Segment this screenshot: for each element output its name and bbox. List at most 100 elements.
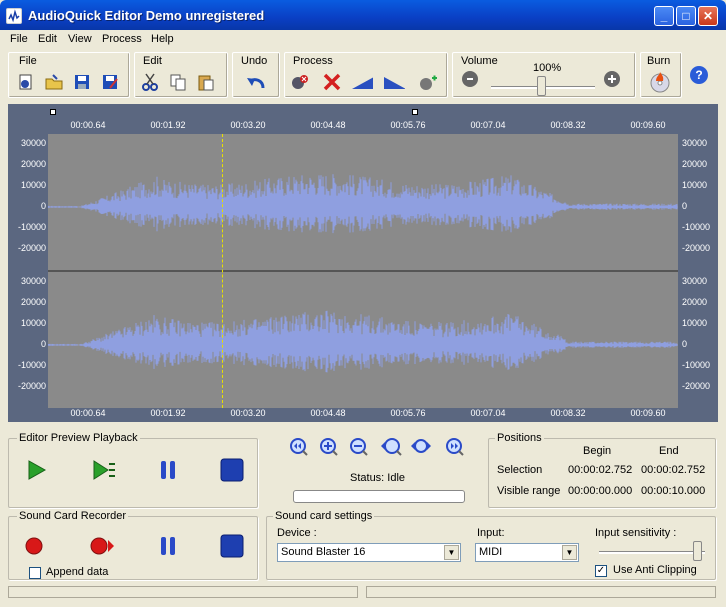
amplitude-tick-label: 10000 bbox=[682, 318, 708, 328]
toolbar: File Edit Undo Process Volume 100% Burn … bbox=[0, 50, 726, 102]
sound-settings-panel: Sound card settings Device : Sound Blast… bbox=[266, 510, 716, 580]
open-folder-icon[interactable] bbox=[43, 71, 65, 93]
record-append-button[interactable] bbox=[87, 531, 117, 561]
append-data-checkbox[interactable] bbox=[29, 567, 41, 579]
dropdown-arrow-icon[interactable]: ▼ bbox=[444, 545, 459, 560]
maximize-button[interactable]: □ bbox=[676, 6, 696, 26]
selection-ruler[interactable] bbox=[48, 106, 678, 118]
time-tick-label: 00:08.32 bbox=[550, 120, 586, 130]
burn-group: Burn bbox=[640, 52, 682, 98]
volume-up-icon[interactable] bbox=[601, 67, 623, 89]
volume-group: Volume 100% bbox=[452, 52, 636, 98]
amp-axis-left-1: 30000 20000 10000 0 -10000 -20000 bbox=[8, 134, 48, 270]
time-tick-label: 00:07.04 bbox=[470, 408, 506, 418]
channel-left[interactable] bbox=[48, 134, 678, 270]
process-effects-icon[interactable] bbox=[289, 71, 311, 93]
menu-file[interactable]: File bbox=[10, 33, 28, 45]
fade-out-icon[interactable] bbox=[383, 71, 405, 93]
play-button[interactable] bbox=[21, 455, 51, 485]
minimize-button[interactable]: _ bbox=[654, 6, 674, 26]
undo-group: Undo bbox=[232, 52, 280, 98]
copy-icon[interactable] bbox=[167, 71, 189, 93]
left-channel-waveform bbox=[48, 174, 678, 234]
waveform-view[interactable]: 00:00.64 00:01.92 00:03.20 00:04.48 00:05.76… bbox=[8, 104, 718, 422]
channel-divider bbox=[48, 270, 678, 272]
time-axis-bottom: 00:00.64 00:01.92 00:03.20 00:04.48 00:05.76… bbox=[48, 408, 678, 422]
zoom-to-end-icon[interactable] bbox=[444, 436, 466, 458]
amplitude-tick-label: -10000 bbox=[682, 222, 711, 232]
paste-icon[interactable] bbox=[195, 71, 217, 93]
recorder-stop-button[interactable] bbox=[217, 531, 247, 561]
amplitude-tick-label: 20000 bbox=[20, 297, 46, 307]
amplitude-tick-label: -10000 bbox=[17, 360, 46, 370]
amplitude-tick-label: -10000 bbox=[17, 222, 46, 232]
burn-cd-icon[interactable] bbox=[649, 71, 671, 93]
amplitude-tick-label: -20000 bbox=[682, 243, 711, 253]
zoom-in-icon[interactable] bbox=[318, 436, 340, 458]
volume-slider-thumb[interactable] bbox=[537, 76, 546, 96]
playback-panel: Editor Preview Playback bbox=[8, 432, 258, 508]
amplitude-tick-label: 20000 bbox=[682, 297, 708, 307]
edit-group-label: Edit bbox=[143, 55, 162, 67]
window-title: AudioQuick Editor Demo unregistered bbox=[28, 8, 265, 23]
zoom-all-icon[interactable] bbox=[410, 436, 432, 458]
menu-edit[interactable]: Edit bbox=[38, 33, 57, 45]
right-channel-waveform bbox=[48, 310, 678, 373]
time-tick-label: 00:03.20 bbox=[230, 408, 266, 418]
menu-view[interactable]: View bbox=[68, 33, 92, 45]
recorder-pause-button[interactable] bbox=[153, 531, 183, 561]
undo-icon[interactable] bbox=[245, 71, 267, 93]
amplitude-tick-label: 0 bbox=[40, 201, 46, 211]
device-select[interactable]: Sound Blaster 16 ▼ bbox=[277, 543, 461, 562]
ruler-start-marker[interactable] bbox=[50, 109, 56, 115]
menu-process[interactable]: Process bbox=[102, 33, 142, 45]
help-icon[interactable]: ? bbox=[688, 64, 710, 86]
amplify-icon[interactable] bbox=[417, 71, 439, 93]
pause-button[interactable] bbox=[153, 455, 183, 485]
stop-button[interactable] bbox=[217, 455, 247, 485]
time-tick-label: 00:03.20 bbox=[230, 120, 266, 130]
menu-help[interactable]: Help bbox=[151, 33, 174, 45]
zoom-out-icon[interactable] bbox=[348, 436, 370, 458]
record-button[interactable] bbox=[19, 531, 49, 561]
time-tick-label: 00:09.60 bbox=[630, 120, 666, 130]
progress-bar bbox=[293, 490, 465, 503]
input-label: Input: bbox=[477, 527, 505, 539]
channel-right[interactable] bbox=[48, 272, 678, 408]
amp-axis-right-2: 30000 20000 10000 0 -10000 -20000 bbox=[682, 272, 718, 408]
recorder-panel: Sound Card Recorder Append data bbox=[8, 510, 258, 580]
menu-bar: File Edit View Process Help bbox=[0, 30, 726, 50]
new-file-icon[interactable] bbox=[15, 71, 37, 93]
save-as-icon[interactable] bbox=[99, 71, 121, 93]
delete-icon[interactable] bbox=[321, 71, 343, 93]
sound-settings-title: Sound card settings bbox=[273, 510, 375, 522]
time-tick-label: 00:04.48 bbox=[310, 408, 346, 418]
input-select[interactable]: MIDI ▼ bbox=[475, 543, 579, 562]
close-button[interactable]: ✕ bbox=[698, 6, 718, 26]
volume-down-icon[interactable] bbox=[459, 67, 481, 89]
save-icon[interactable] bbox=[71, 71, 93, 93]
ruler-end-marker[interactable] bbox=[412, 109, 418, 115]
amplitude-tick-label: 30000 bbox=[20, 138, 46, 148]
time-tick-label: 00:01.92 bbox=[150, 120, 186, 130]
zoom-to-start-icon[interactable] bbox=[288, 436, 310, 458]
selection-label: Selection bbox=[497, 464, 543, 476]
anti-clipping-checkbox[interactable]: ✓ bbox=[595, 565, 607, 577]
dropdown-arrow-icon[interactable]: ▼ bbox=[562, 545, 577, 560]
sensitivity-slider-track[interactable] bbox=[599, 551, 705, 554]
play-selection-button[interactable] bbox=[89, 455, 119, 485]
amp-axis-left-2: 30000 20000 10000 0 -10000 -20000 bbox=[8, 272, 48, 408]
zoom-selection-icon[interactable] bbox=[380, 436, 402, 458]
input-value: MIDI bbox=[479, 546, 503, 558]
volume-group-label: Volume bbox=[461, 55, 498, 67]
sensitivity-slider-thumb[interactable] bbox=[693, 541, 702, 561]
cut-icon[interactable] bbox=[139, 71, 161, 93]
selection-begin: 00:00:02.752 bbox=[568, 464, 633, 476]
visible-range-label: Visible range bbox=[497, 485, 561, 497]
time-tick-label: 00:09.60 bbox=[630, 408, 666, 418]
fade-in-icon[interactable] bbox=[351, 71, 373, 93]
amplitude-tick-label: -20000 bbox=[17, 243, 46, 253]
status-bar-left bbox=[8, 586, 358, 598]
positions-title: Positions bbox=[495, 432, 544, 444]
time-tick-label: 00:05.76 bbox=[390, 120, 426, 130]
